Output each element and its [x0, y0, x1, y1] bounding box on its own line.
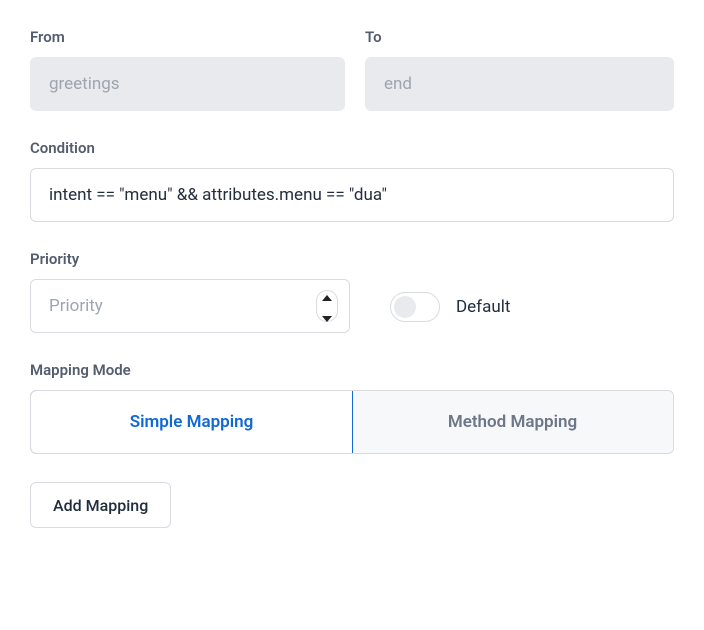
priority-label: Priority — [30, 250, 674, 268]
condition-label: Condition — [30, 139, 674, 157]
tab-simple-mapping[interactable]: Simple Mapping — [30, 390, 353, 454]
default-toggle-label: Default — [456, 297, 510, 317]
condition-input[interactable] — [30, 168, 674, 222]
to-label: To — [365, 28, 674, 46]
default-toggle[interactable] — [390, 292, 440, 322]
mapping-mode-tabs: Simple Mapping Method Mapping — [30, 390, 674, 454]
from-input[interactable] — [30, 57, 345, 111]
add-mapping-button[interactable]: Add Mapping — [30, 482, 171, 528]
toggle-knob — [394, 296, 416, 318]
chevron-down-icon — [322, 307, 332, 326]
priority-stepper[interactable] — [316, 290, 338, 322]
tab-method-mapping[interactable]: Method Mapping — [352, 391, 673, 453]
priority-input[interactable] — [30, 279, 350, 333]
mapping-mode-label: Mapping Mode — [30, 361, 674, 379]
to-input[interactable] — [365, 57, 674, 111]
chevron-up-icon — [322, 286, 332, 305]
from-label: From — [30, 28, 345, 46]
